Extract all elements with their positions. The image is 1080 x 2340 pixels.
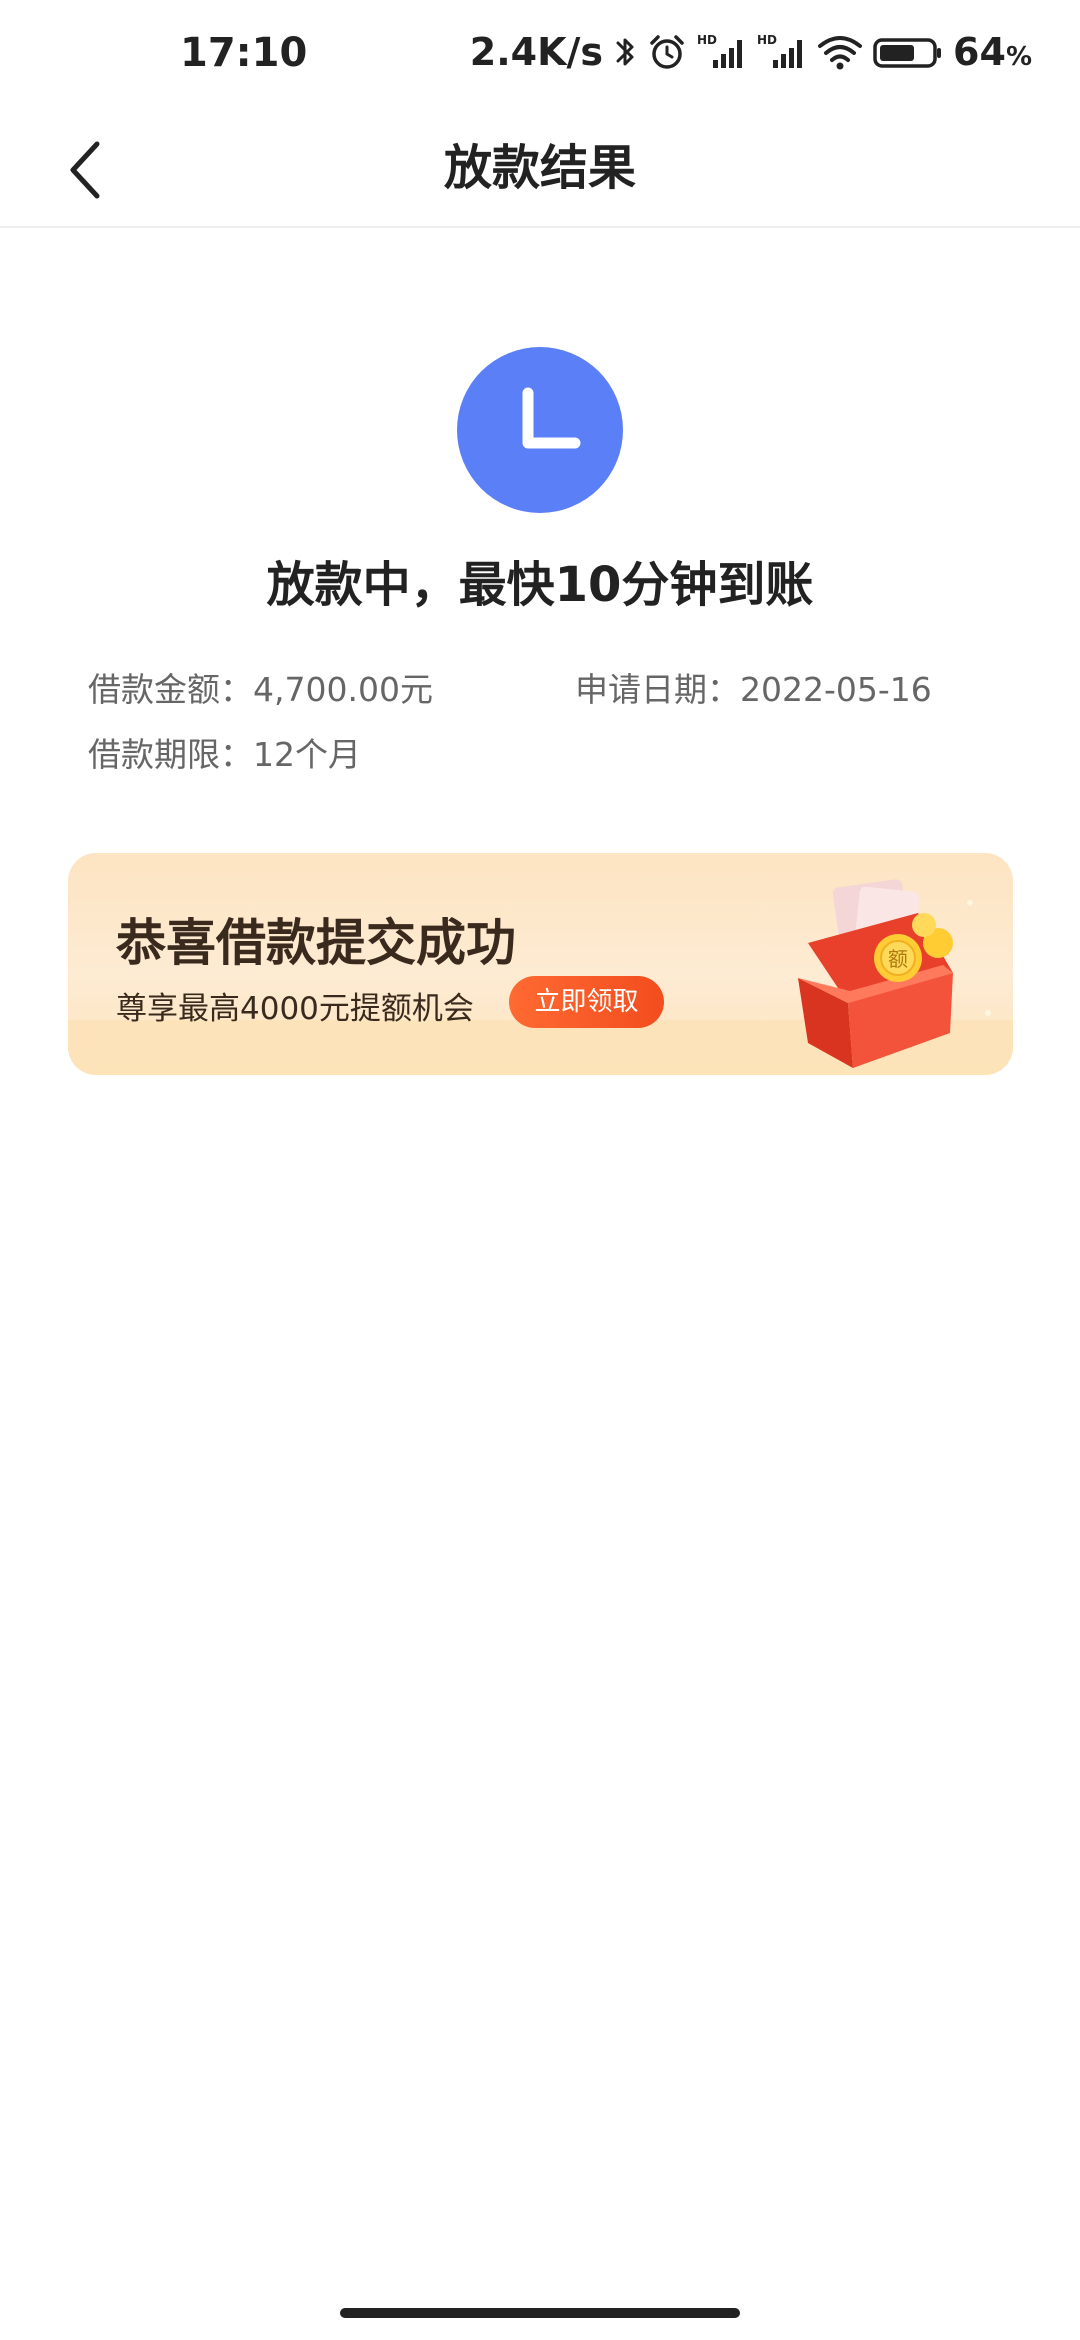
page-title: 放款结果 <box>443 140 636 196</box>
svg-text:HD: HD <box>757 33 777 47</box>
home-indicator[interactable] <box>340 2308 740 2318</box>
loan-amount: 借款金额：4,700.00元 <box>88 663 433 711</box>
bluetooth-icon <box>613 32 637 72</box>
loan-term-value: 12个月 <box>253 735 361 774</box>
wifi-icon <box>817 32 863 72</box>
status-bar: 17:10 2.4K/s HD HD 64% <box>0 0 1080 110</box>
promo-subtitle: 尊享最高4000元提额机会 <box>116 991 474 1027</box>
gift-badge-text: 额 <box>888 947 908 971</box>
alarm-icon <box>647 32 687 72</box>
status-icons: 2.4K/s HD HD 64% <box>470 30 1032 74</box>
loan-amount-value: 4,700.00元 <box>253 670 433 709</box>
battery-percent-unit: % <box>1005 42 1032 72</box>
promo-title: 恭喜借款提交成功 <box>116 914 516 972</box>
net-speed: 2.4K/s <box>469 30 604 74</box>
apply-date-value: 2022-05-16 <box>740 670 932 709</box>
status-title: 放款中，最快10分钟到账 <box>266 557 814 613</box>
battery-percent: 64% <box>953 30 1032 74</box>
svg-text:HD: HD <box>697 33 717 47</box>
promo-banner[interactable]: 恭喜借款提交成功 尊享最高4000元提额机会 立即领取 额 <box>68 853 1013 1075</box>
loan-amount-label: 借款金额： <box>88 670 253 709</box>
claim-button[interactable]: 立即领取 <box>509 976 664 1028</box>
battery-icon <box>873 32 943 72</box>
hd-signal-icon: HD <box>697 32 747 72</box>
nav-bar: 放款结果 <box>0 110 1080 228</box>
loan-term-label: 借款期限： <box>88 735 253 774</box>
red-envelope-gift-icon: 额 <box>738 863 1008 1073</box>
battery-percent-value: 64 <box>953 30 1006 74</box>
loan-term: 借款期限：12个月 <box>88 728 361 776</box>
clock-icon <box>457 347 623 513</box>
status-time: 17:10 <box>180 30 308 76</box>
hd-signal-icon: HD <box>757 32 807 72</box>
apply-date-label: 申请日期： <box>575 670 740 709</box>
apply-date: 申请日期：2022-05-16 <box>575 663 932 711</box>
